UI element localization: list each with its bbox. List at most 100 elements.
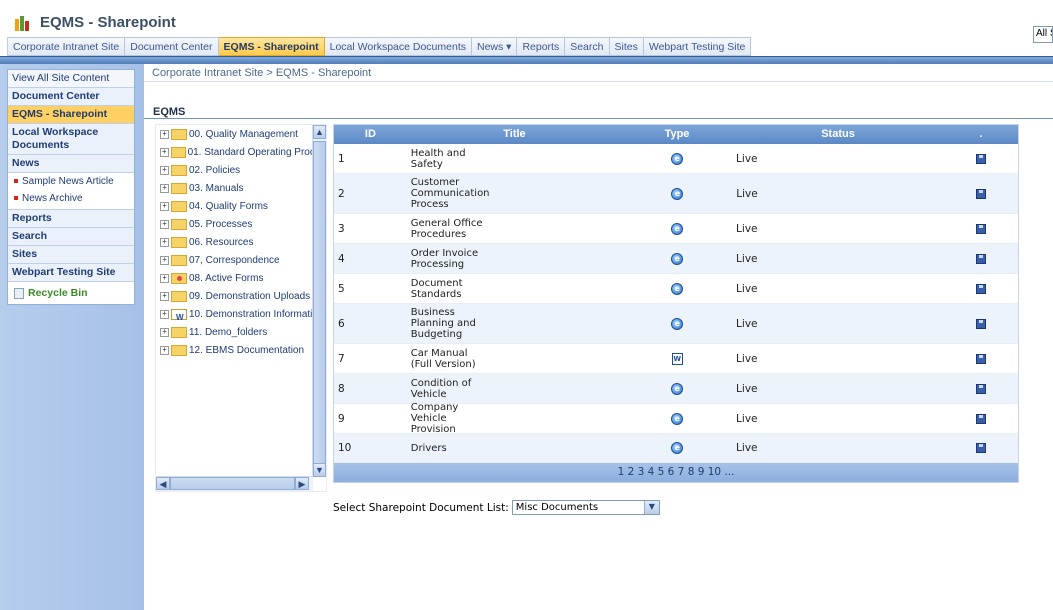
table-row[interactable]: 10 Drivers e Live bbox=[334, 434, 1018, 463]
ie-icon[interactable]: e bbox=[671, 252, 684, 265]
tree-vertical-scrollbar[interactable]: ▲ ▼ bbox=[312, 125, 326, 477]
view-all-site-content-link[interactable]: View All Site Content bbox=[8, 70, 134, 88]
ie-icon[interactable]: e bbox=[671, 317, 684, 330]
chevron-down-icon[interactable]: ▼ bbox=[643, 501, 659, 514]
tree-item[interactable]: +06. Resources bbox=[156, 233, 326, 251]
table-row[interactable]: 4 Order Invoice Processing e Live bbox=[334, 244, 1018, 274]
tab-5[interactable]: Reports bbox=[517, 37, 566, 56]
column-header-3[interactable]: Status bbox=[732, 125, 940, 144]
save-icon[interactable] bbox=[976, 188, 987, 199]
tree-item[interactable]: +07, Correspondence bbox=[156, 251, 326, 269]
column-header-1[interactable]: Title bbox=[407, 125, 618, 144]
breadcrumb[interactable]: Corporate Intranet Site > EQMS - Sharepo… bbox=[152, 67, 371, 79]
nav-eqms[interactable]: EQMS - Sharepoint bbox=[8, 106, 134, 124]
tree-item[interactable]: + W 10. Demonstration Information bbox=[156, 305, 326, 323]
expand-icon[interactable]: + bbox=[160, 255, 169, 265]
table-row[interactable]: 1 Health and Safety e Live bbox=[334, 144, 1018, 174]
expand-icon[interactable]: + bbox=[160, 201, 169, 211]
recycle-bin-link[interactable]: Recycle Bin bbox=[8, 282, 134, 304]
scroll-thumb[interactable] bbox=[313, 141, 326, 466]
column-header-0[interactable]: ID bbox=[334, 125, 407, 144]
tree-item[interactable]: +08. Active Forms bbox=[156, 269, 326, 287]
nav-webpart-testing[interactable]: Webpart Testing Site bbox=[8, 264, 134, 282]
expand-icon[interactable]: + bbox=[160, 147, 169, 157]
row-title[interactable]: Company Vehicle Provision bbox=[407, 402, 619, 435]
row-title[interactable]: Order Invoice Processing bbox=[407, 248, 619, 270]
search-scope-select[interactable]: All Sit bbox=[1033, 26, 1053, 43]
tree-item[interactable]: +02. Policies bbox=[156, 161, 326, 179]
scroll-up-icon[interactable]: ▲ bbox=[313, 125, 326, 139]
document-list-select[interactable]: Misc Documents ▼ bbox=[511, 500, 660, 515]
table-row[interactable]: 3 General Office Procedures e Live bbox=[334, 214, 1018, 244]
row-title[interactable]: Document Standards bbox=[407, 278, 619, 300]
tab-8[interactable]: Webpart Testing Site bbox=[643, 37, 752, 56]
save-icon[interactable] bbox=[976, 318, 987, 329]
expand-icon[interactable]: + bbox=[160, 273, 169, 283]
save-icon[interactable] bbox=[976, 353, 987, 364]
tree-horizontal-scrollbar[interactable]: ◀ ▶ bbox=[156, 476, 313, 491]
expand-icon[interactable]: + bbox=[160, 219, 169, 229]
row-title[interactable]: Health and Safety bbox=[407, 148, 619, 170]
scroll-left-icon[interactable]: ◀ bbox=[156, 477, 170, 490]
row-title[interactable]: Drivers bbox=[407, 443, 619, 454]
expand-icon[interactable]: + bbox=[160, 237, 169, 247]
nav-sites[interactable]: Sites bbox=[8, 246, 134, 264]
expand-icon[interactable]: + bbox=[160, 309, 169, 319]
tab-7[interactable]: Sites bbox=[609, 37, 644, 56]
tree-item[interactable]: +11. Demo_folders bbox=[156, 323, 326, 341]
scroll-down-icon[interactable]: ▼ bbox=[313, 463, 326, 477]
row-title[interactable]: Business Planning and Budgeting bbox=[407, 307, 619, 340]
ie-icon[interactable]: e bbox=[671, 442, 684, 454]
expand-icon[interactable]: + bbox=[160, 327, 169, 337]
ie-icon[interactable]: e bbox=[671, 382, 684, 395]
ie-icon[interactable]: e bbox=[671, 222, 684, 235]
ie-icon[interactable]: e bbox=[671, 187, 684, 200]
tab-6[interactable]: Search bbox=[565, 37, 610, 56]
nav-news[interactable]: News bbox=[8, 155, 134, 173]
tree-item[interactable]: +05. Processes bbox=[156, 215, 326, 233]
table-row[interactable]: 5 Document Standards e Live bbox=[334, 274, 1018, 304]
save-icon[interactable] bbox=[976, 443, 987, 453]
table-row[interactable]: 6 Business Planning and Budgeting e Live bbox=[334, 304, 1018, 344]
tree-item[interactable]: +01. Standard Operating Proced bbox=[156, 143, 326, 161]
row-title[interactable]: General Office Procedures bbox=[407, 218, 619, 240]
row-title[interactable]: Condition of Vehicle bbox=[407, 378, 619, 400]
table-row[interactable]: 8 Condition of Vehicle e Live bbox=[334, 374, 1018, 404]
expand-icon[interactable]: + bbox=[160, 345, 169, 355]
nav-search[interactable]: Search bbox=[8, 228, 134, 246]
nav-reports[interactable]: Reports bbox=[8, 210, 134, 228]
tree-item[interactable]: +12. EBMS Documentation bbox=[156, 341, 326, 359]
row-title[interactable]: Customer Communication Process bbox=[407, 177, 619, 210]
save-icon[interactable] bbox=[976, 283, 987, 294]
nav-news-sample[interactable]: Sample News Article bbox=[8, 173, 134, 190]
table-row[interactable]: 9 Company Vehicle Provision e Live bbox=[334, 402, 1018, 435]
tab-3[interactable]: Local Workspace Documents bbox=[324, 37, 472, 56]
save-icon[interactable] bbox=[976, 153, 987, 164]
table-row[interactable]: 7 Car Manual (Full Version) W Live bbox=[334, 344, 1018, 374]
tree-item[interactable]: +09. Demonstration Uploads bbox=[156, 287, 326, 305]
tree-item[interactable]: +04. Quality Forms bbox=[156, 197, 326, 215]
save-icon[interactable] bbox=[976, 223, 987, 234]
tab-1[interactable]: Document Center bbox=[125, 37, 219, 56]
tab-4[interactable]: News ▾ bbox=[472, 37, 518, 56]
ie-icon[interactable]: e bbox=[671, 412, 684, 425]
nav-news-archive[interactable]: News Archive bbox=[8, 190, 134, 210]
save-icon[interactable] bbox=[976, 383, 987, 394]
ie-icon[interactable]: e bbox=[671, 152, 684, 165]
table-row[interactable]: 2 Customer Communication Process e Live bbox=[334, 174, 1018, 214]
expand-icon[interactable]: + bbox=[160, 183, 169, 193]
grid-pager[interactable]: 1 2 3 4 5 6 7 8 9 10 ... bbox=[334, 463, 1018, 482]
expand-icon[interactable]: + bbox=[160, 291, 169, 301]
scroll-thumb-horizontal[interactable] bbox=[170, 477, 295, 490]
expand-icon[interactable]: + bbox=[160, 129, 169, 139]
nav-document-center[interactable]: Document Center bbox=[8, 88, 134, 106]
nav-local-workspace[interactable]: Local Workspace Documents bbox=[8, 124, 134, 155]
ie-icon[interactable]: e bbox=[671, 282, 684, 295]
row-title[interactable]: Car Manual (Full Version) bbox=[407, 348, 619, 370]
tree-item[interactable]: +03. Manuals bbox=[156, 179, 326, 197]
expand-icon[interactable]: + bbox=[160, 165, 169, 175]
column-header-2[interactable]: Type bbox=[618, 125, 732, 144]
column-header-4[interactable]: . bbox=[940, 125, 1018, 144]
word-doc-icon[interactable]: W bbox=[671, 352, 683, 365]
save-icon[interactable] bbox=[976, 413, 987, 424]
